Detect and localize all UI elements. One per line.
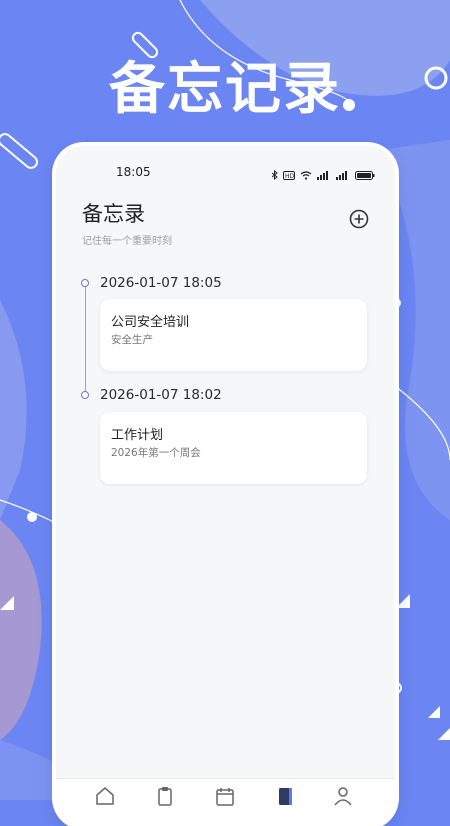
add-memo-button[interactable]	[349, 209, 369, 229]
memo-time: 2026-01-07 18:02	[100, 387, 222, 403]
memo-title: 工作计划	[111, 428, 164, 443]
status-time: 18:05	[116, 165, 151, 179]
memo-time: 2026-01-07 18:05	[100, 275, 222, 291]
timeline-line	[85, 286, 86, 396]
home-icon	[96, 787, 114, 805]
timeline-dot	[81, 279, 89, 287]
battery-icon	[355, 165, 375, 184]
bluetooth-icon	[271, 165, 278, 184]
signal-icon-2	[336, 165, 350, 184]
plus-circle-icon	[349, 209, 369, 229]
wifi-icon	[300, 165, 312, 184]
nav-home[interactable]	[94, 786, 118, 806]
timeline-dot	[81, 391, 89, 399]
status-bar: 18:05 HD	[56, 146, 395, 182]
memo-card[interactable]: 工作计划 2026年第一个周会	[100, 412, 367, 484]
memo-title: 公司安全培训	[111, 315, 190, 330]
bottom-nav	[56, 778, 395, 826]
calendar-icon	[216, 788, 234, 806]
page-title: 备忘录	[82, 202, 145, 226]
nav-profile[interactable]	[332, 786, 356, 806]
phone-frame: 18:05 HD 备忘录 记住每一个重要时刻 2026-01-07 18:05 …	[56, 146, 395, 826]
memo-content: 安全生产	[111, 334, 153, 346]
memo-content: 2026年第一个周会	[111, 447, 201, 459]
hd-icon: HD	[283, 165, 295, 184]
signal-icon	[317, 165, 331, 184]
person-icon	[334, 787, 352, 806]
nav-calendar[interactable]	[214, 786, 238, 806]
notebook-icon	[279, 788, 292, 805]
status-icons: HD	[271, 165, 375, 184]
memo-card[interactable]: 公司安全培训 安全生产	[100, 299, 367, 371]
svg-text:HD: HD	[285, 173, 295, 180]
page-subtitle: 记住每一个重要时刻	[82, 236, 172, 247]
clipboard-icon	[158, 787, 172, 806]
promo-title: 备忘记录	[109, 57, 341, 122]
nav-notebook[interactable]	[274, 786, 298, 806]
nav-clipboard[interactable]	[154, 786, 178, 806]
